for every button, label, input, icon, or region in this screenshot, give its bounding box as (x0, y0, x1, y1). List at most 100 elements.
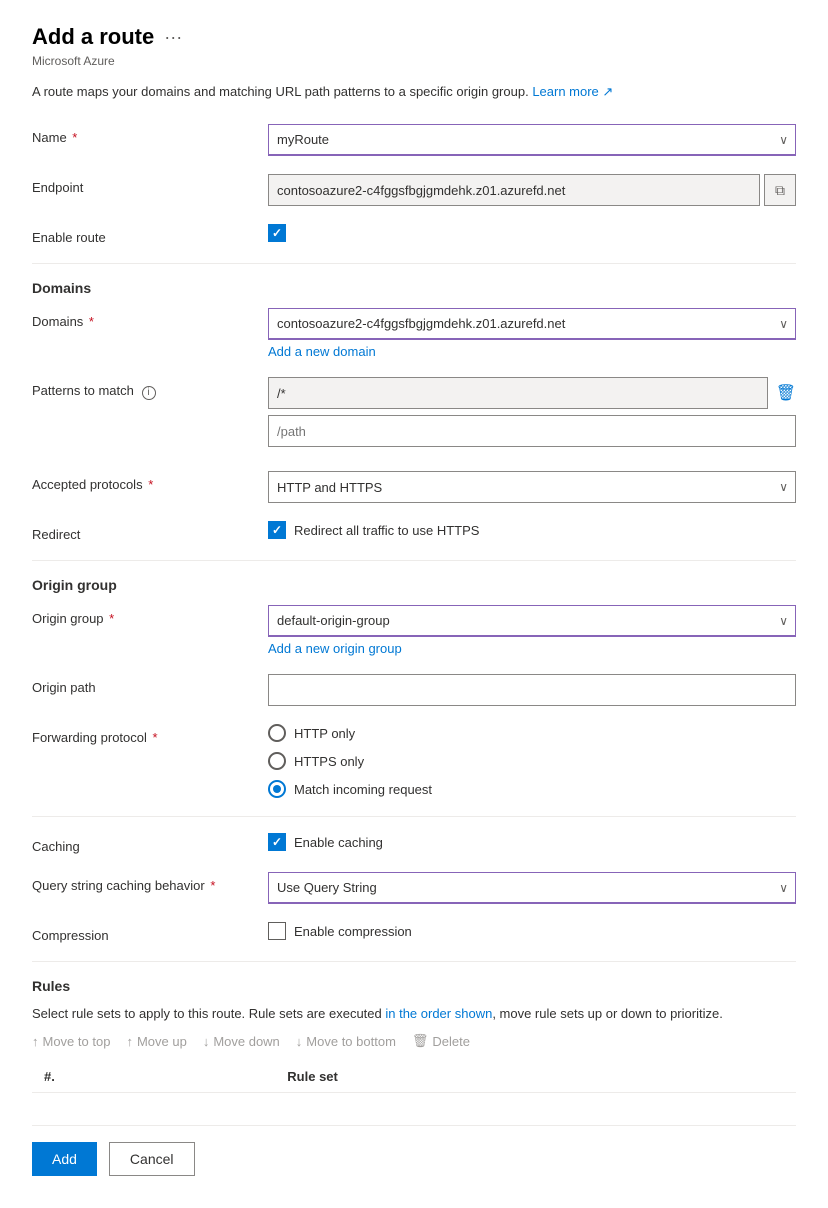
add-origin-group-link[interactable]: Add a new origin group (268, 641, 402, 656)
query-string-select-wrapper: Use Query String Ignore Query String Ign… (268, 872, 796, 904)
external-link-icon: ↗ (602, 84, 613, 99)
domains-label: Domains * (32, 308, 252, 329)
forwarding-match-incoming-radio[interactable] (268, 780, 286, 798)
endpoint-control: ⧉ (268, 174, 796, 206)
name-input[interactable] (268, 124, 796, 156)
domains-control: contosoazure2-c4fggsfbgjgmdehk.z01.azure… (268, 308, 796, 359)
origin-group-select[interactable]: default-origin-group (268, 605, 796, 637)
forwarding-https-only-radio[interactable] (268, 752, 286, 770)
compression-row: Compression Enable compression (32, 922, 796, 943)
protocols-required: * (145, 477, 154, 492)
page-header: Add a route ··· (32, 24, 796, 50)
patterns-label: Patterns to match i (32, 377, 252, 400)
add-domain-link[interactable]: Add a new domain (268, 344, 376, 359)
forwarding-match-incoming-label: Match incoming request (294, 782, 432, 797)
enable-route-control (268, 224, 796, 242)
page-description: A route maps your domains and matching U… (32, 84, 796, 100)
enable-route-checkbox-wrapper[interactable] (268, 224, 796, 242)
enable-route-label: Enable route (32, 224, 252, 245)
more-options-icon[interactable]: ··· (164, 27, 182, 48)
domains-select[interactable]: contosoazure2-c4fggsfbgjgmdehk.z01.azure… (268, 308, 796, 340)
patterns-info-icon[interactable]: i (142, 386, 156, 400)
rules-col-ruleset: Rule set (275, 1061, 796, 1093)
move-to-top-button: ↑ Move to top (32, 1034, 110, 1049)
rules-table: #. Rule set (32, 1061, 796, 1093)
compression-checkbox-wrapper[interactable]: Enable compression (268, 922, 796, 940)
query-string-control: Use Query String Ignore Query String Ign… (268, 872, 796, 904)
redirect-checkbox[interactable] (268, 521, 286, 539)
pattern-input-1 (268, 377, 768, 409)
accepted-protocols-control: HTTP and HTTPS ∨ (268, 471, 796, 503)
forwarding-http-only[interactable]: HTTP only (268, 724, 796, 742)
forwarding-protocol-row: Forwarding protocol * HTTP only HTTPS on… (32, 724, 796, 798)
origin-group-label: Origin group * (32, 605, 252, 626)
domains-section-header: Domains (32, 280, 796, 296)
divider-2 (32, 560, 796, 561)
page-title: Add a route (32, 24, 154, 50)
caching-row: Caching Enable caching (32, 833, 796, 854)
accepted-protocols-label: Accepted protocols * (32, 471, 252, 492)
endpoint-label: Endpoint (32, 174, 252, 195)
name-label: Name * (32, 124, 252, 145)
domains-row: Domains * contosoazure2-c4fggsfbgjgmdehk… (32, 308, 796, 359)
rules-col-number: #. (32, 1061, 275, 1093)
caching-checkbox[interactable] (268, 833, 286, 851)
enable-route-checkbox[interactable] (268, 224, 286, 242)
caching-checkbox-label: Enable caching (294, 835, 383, 850)
caching-checkbox-wrapper[interactable]: Enable caching (268, 833, 796, 851)
forwarding-http-only-radio[interactable] (268, 724, 286, 742)
description-text: A route maps your domains and matching U… (32, 84, 529, 99)
add-button[interactable]: Add (32, 1142, 97, 1176)
rules-table-header-row: #. Rule set (32, 1061, 796, 1093)
copy-icon[interactable]: ⧉ (764, 174, 796, 206)
name-select-wrapper: ∨ (268, 124, 796, 156)
origin-path-control (268, 674, 796, 706)
rules-section: Rules Select rule sets to apply to this … (32, 978, 796, 1093)
query-string-label: Query string caching behavior * (32, 872, 252, 893)
move-up-icon: ↑ (126, 1034, 133, 1049)
move-down-button: ↓ Move down (203, 1034, 280, 1049)
pattern-row-1: 🗑 (268, 377, 796, 409)
move-to-bottom-icon: ↓ (296, 1034, 303, 1049)
move-to-top-icon: ↑ (32, 1034, 39, 1049)
endpoint-wrapper: ⧉ (268, 174, 796, 206)
protocols-select[interactable]: HTTP and HTTPS (268, 471, 796, 503)
origin-group-select-wrapper: default-origin-group ∨ (268, 605, 796, 637)
forwarding-http-only-label: HTTP only (294, 726, 355, 741)
forwarding-https-only[interactable]: HTTPS only (268, 752, 796, 770)
caching-label: Caching (32, 833, 252, 854)
endpoint-input (268, 174, 760, 206)
rules-description-blue: in the order shown (385, 1006, 492, 1021)
pattern-input-2[interactable] (268, 415, 796, 447)
origin-path-label: Origin path (32, 674, 252, 695)
qs-required: * (207, 878, 216, 893)
divider-4 (32, 961, 796, 962)
learn-more-link[interactable]: Learn more ↗ (532, 84, 613, 99)
origin-group-section-header: Origin group (32, 577, 796, 593)
domains-select-wrapper: contosoazure2-c4fggsfbgjgmdehk.z01.azure… (268, 308, 796, 340)
forwarding-match-incoming[interactable]: Match incoming request (268, 780, 796, 798)
compression-checkbox-label: Enable compression (294, 924, 412, 939)
query-string-select[interactable]: Use Query String Ignore Query String Ign… (268, 872, 796, 904)
pattern-row-2 (268, 415, 796, 447)
compression-label: Compression (32, 922, 252, 943)
origin-path-row: Origin path (32, 674, 796, 706)
delete-icon: 🗑 (412, 1033, 429, 1049)
redirect-checkbox-wrapper[interactable]: Redirect all traffic to use HTTPS (268, 521, 796, 539)
divider-1 (32, 263, 796, 264)
accepted-protocols-row: Accepted protocols * HTTP and HTTPS ∨ (32, 471, 796, 503)
origin-path-input[interactable] (268, 674, 796, 706)
redirect-label: Redirect (32, 521, 252, 542)
forwarding-https-only-label: HTTPS only (294, 754, 364, 769)
delete-pattern-icon[interactable]: 🗑 (776, 383, 796, 403)
compression-checkbox[interactable] (268, 922, 286, 940)
required-indicator: * (69, 130, 78, 145)
rules-table-header: #. Rule set (32, 1061, 796, 1093)
cancel-button[interactable]: Cancel (109, 1142, 195, 1176)
redirect-control: Redirect all traffic to use HTTPS (268, 521, 796, 539)
rules-section-header: Rules (32, 978, 796, 994)
patterns-control: 🗑 (268, 377, 796, 453)
page-subtitle: Microsoft Azure (32, 54, 796, 68)
redirect-checkbox-label: Redirect all traffic to use HTTPS (294, 523, 479, 538)
forwarding-protocol-control: HTTP only HTTPS only Match incoming requ… (268, 724, 796, 798)
